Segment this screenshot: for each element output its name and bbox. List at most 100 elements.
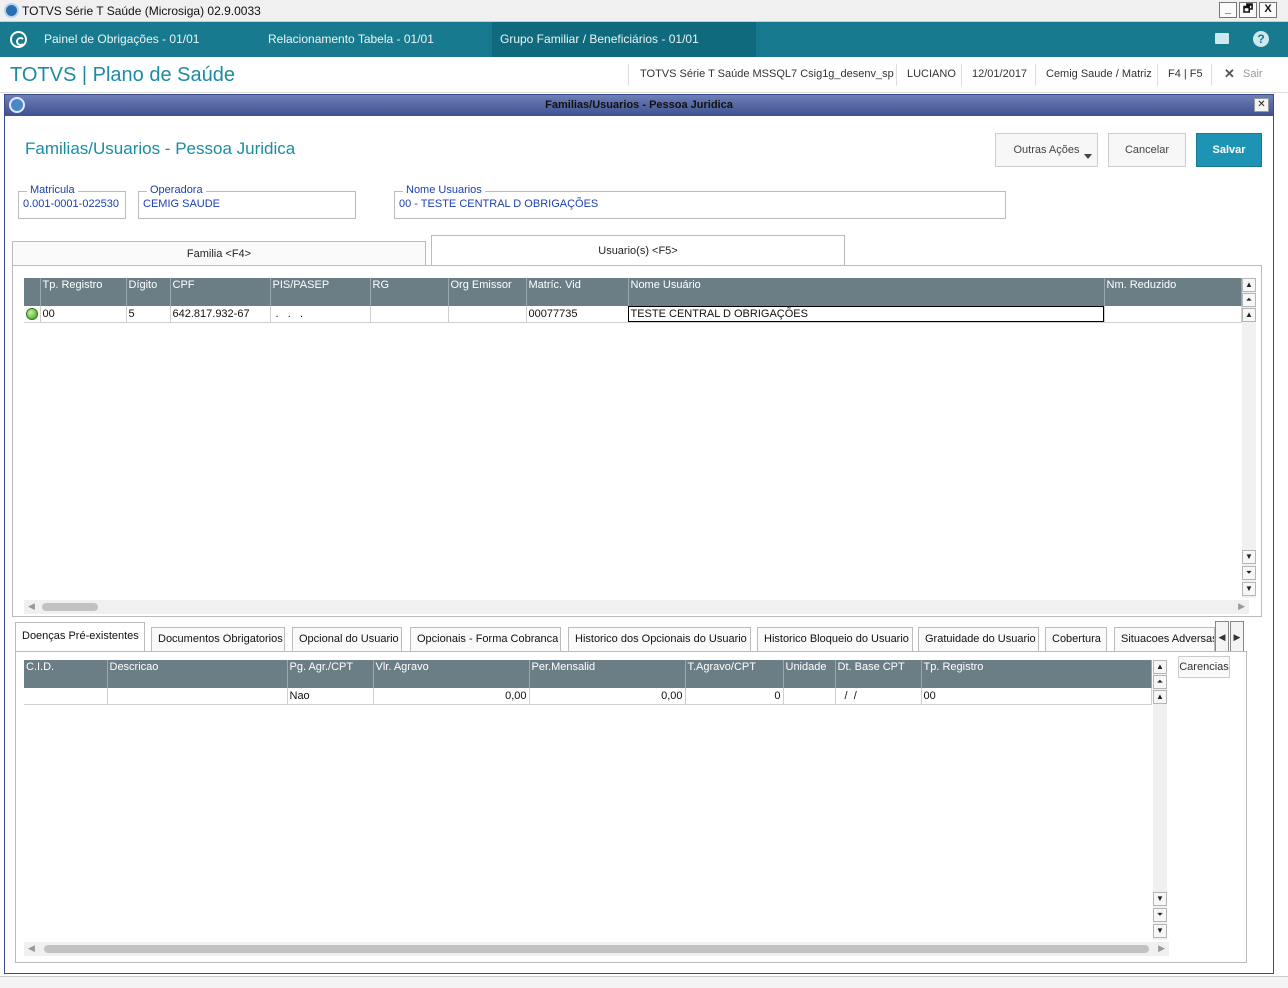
column-header[interactable]: CPF (170, 278, 271, 306)
exit-button[interactable]: Sair (1243, 68, 1263, 80)
scroll-left-icon[interactable]: ◀ (28, 601, 35, 612)
table-row[interactable]: Nao 0,00 0,00 0 / / 00 (24, 688, 1152, 705)
scroll-thumb[interactable] (44, 945, 1149, 953)
page-up-icon[interactable]: ⏶ (1153, 675, 1167, 689)
mail-icon[interactable] (1215, 33, 1229, 44)
table-cell[interactable]: 642.817.932-67 (170, 306, 271, 323)
table-cell[interactable]: / / (835, 688, 922, 705)
column-header[interactable]: Descricao (107, 660, 288, 688)
column-header[interactable]: Per.Mensalid (529, 660, 686, 688)
table-cell[interactable] (448, 306, 527, 323)
tab-painel-obrigacoes[interactable]: Painel de Obrigações - 01/01 [02.9.0033]… (36, 22, 260, 81)
restore-button[interactable]: 🗗 (1239, 2, 1257, 18)
tab-familia[interactable]: Familia <F4> (12, 241, 426, 265)
column-header[interactable]: Tp. Registro (40, 278, 127, 306)
tab-situacoes-adversas[interactable]: Situacoes Adversas (1114, 627, 1215, 651)
scroll-bottom-icon[interactable]: ▼ (1153, 924, 1167, 938)
table-row[interactable]: 00 5 642.817.932-67 . . . 00077735 TESTE… (24, 306, 1242, 323)
column-header[interactable]: Nome Usuário (628, 278, 1105, 306)
tab-opcionais-forma-cobranca[interactable]: Opcionais - Forma Cobranca (410, 627, 561, 651)
table-cell[interactable]: 0 (685, 688, 784, 705)
table-cell[interactable]: 00 (40, 306, 127, 323)
company-branch[interactable]: Cemig Saude / Matriz (1046, 68, 1152, 80)
chevron-down-icon (1084, 154, 1092, 159)
scroll-top-icon[interactable]: ▲ (1153, 660, 1167, 674)
column-header[interactable]: Org Emissor (448, 278, 527, 306)
outras-acoes-button[interactable]: Outras Ações (995, 133, 1098, 167)
column-header[interactable]: Unidade (783, 660, 836, 688)
tabs-scroll-right-icon[interactable]: ▶ (1230, 621, 1244, 653)
table-cell[interactable]: 5 (126, 306, 171, 323)
usuarios-grid: Tp. Registro Dígito CPF PIS/PASEP RG Org… (24, 278, 1242, 323)
cancel-button[interactable]: Cancelar (1108, 133, 1186, 167)
table-cell[interactable]: Nao (287, 688, 374, 705)
scroll-up-icon[interactable]: ▲ (1153, 690, 1167, 704)
table-cell[interactable]: 0,00 (529, 688, 686, 705)
table-cell[interactable]: . . . (270, 306, 371, 323)
column-header[interactable]: Tp. Registro (921, 660, 1152, 688)
scroll-down-icon[interactable]: ▼ (1242, 550, 1256, 564)
scroll-down-icon[interactable]: ▼ (1153, 892, 1167, 906)
usuarios-vertical-scrollbar[interactable]: ▲ ⏶ ▲ ▼ ⏷ ▼ (1242, 278, 1256, 598)
carencias-button[interactable]: Carencias (1178, 656, 1230, 678)
column-header[interactable]: Matríc. Vid (526, 278, 629, 306)
scroll-right-icon[interactable]: ▶ (1238, 601, 1245, 612)
tab-relacionamento-tabela[interactable]: Relacionamento Tabela - 01/01 [02.9.0033… (260, 22, 492, 81)
scroll-thumb[interactable] (42, 603, 98, 611)
status-cell (24, 306, 41, 323)
scroll-bottom-icon[interactable]: ▼ (1242, 582, 1256, 596)
scroll-right-icon[interactable]: ▶ (1158, 943, 1165, 954)
status-green-icon (26, 307, 38, 320)
tabs-scroll-left-icon[interactable]: ◀ (1215, 621, 1229, 653)
doencas-horizontal-scrollbar[interactable]: ◀ ▶ (24, 942, 1169, 956)
tab-doencas-preexistentes[interactable]: Doenças Pré-existentes (15, 622, 145, 651)
table-cell[interactable] (783, 688, 836, 705)
scroll-left-icon[interactable]: ◀ (28, 943, 35, 954)
table-cell[interactable] (24, 688, 108, 705)
usuarios-horizontal-scrollbar[interactable]: ◀ ▶ (24, 600, 1249, 614)
page-up-icon[interactable]: ⏶ (1242, 293, 1256, 307)
column-header[interactable]: RG (370, 278, 449, 306)
home-icon[interactable] (10, 31, 27, 48)
matricula-label: Matricula (27, 184, 78, 196)
tab-cobertura[interactable]: Cobertura (1045, 627, 1107, 651)
table-cell[interactable] (370, 306, 449, 323)
tab-grupo-familiar[interactable]: Grupo Familiar / Beneficiários - 01/01 [… (492, 22, 756, 81)
table-cell[interactable] (107, 688, 288, 705)
column-header[interactable]: PIS/PASEP (270, 278, 371, 306)
doencas-vertical-scrollbar[interactable]: ▲ ⏶ ▲ ▼ ⏷ ▼ (1153, 660, 1167, 940)
column-header[interactable]: Dt. Base CPT (835, 660, 922, 688)
column-header[interactable]: Pg. Agr./CPT (287, 660, 374, 688)
header-divider (1157, 64, 1158, 86)
scroll-up-icon[interactable]: ▲ (1242, 308, 1256, 322)
column-header[interactable]: Nm. Reduzido (1104, 278, 1242, 306)
dialog-close-button[interactable]: ✕ (1254, 98, 1269, 112)
nome-usuarios-field[interactable]: Nome Usuarios 00 - TESTE CENTRAL D OBRIG… (394, 184, 1006, 219)
table-cell-focused[interactable]: TESTE CENTRAL D OBRIGAÇÕES (628, 306, 1105, 323)
tab-gratuidade-usuario[interactable]: Gratuidade do Usuario (918, 627, 1039, 651)
table-cell[interactable] (1104, 306, 1242, 323)
operadora-field[interactable]: Operadora CEMIG SAUDE (138, 184, 356, 219)
tab-documentos-obrigatorios[interactable]: Documentos Obrigatorios (151, 627, 285, 651)
save-button[interactable]: Salvar (1196, 133, 1262, 167)
table-cell[interactable]: 00077735 (526, 306, 629, 323)
table-cell[interactable]: 00 (921, 688, 1152, 705)
help-icon[interactable]: ? (1253, 31, 1269, 47)
matricula-field[interactable]: Matricula 0.001-0001-022530 (18, 184, 126, 219)
page-down-icon[interactable]: ⏷ (1242, 566, 1256, 580)
column-header[interactable]: Dígito (126, 278, 171, 306)
page-down-icon[interactable]: ⏷ (1153, 908, 1167, 922)
tab-opcional-usuario[interactable]: Opcional do Usuario (292, 627, 402, 651)
tab-historico-opcionais[interactable]: Historico dos Opcionais do Usuario (568, 627, 751, 651)
column-header[interactable]: C.I.D. (24, 660, 108, 688)
header-divider (1035, 64, 1036, 86)
exit-icon[interactable]: ✕ (1224, 66, 1235, 82)
scroll-top-icon[interactable]: ▲ (1242, 278, 1256, 292)
minimize-button[interactable]: _ (1219, 2, 1237, 18)
table-cell[interactable]: 0,00 (373, 688, 530, 705)
close-window-button[interactable]: X (1259, 2, 1277, 18)
column-header[interactable]: T.Agravo/CPT (685, 660, 784, 688)
column-header[interactable]: Vlr. Agravo (373, 660, 530, 688)
tab-historico-bloqueio[interactable]: Historico Bloqueio do Usuario (757, 627, 913, 651)
tab-usuarios[interactable]: Usuario(s) <F5> (431, 235, 845, 265)
